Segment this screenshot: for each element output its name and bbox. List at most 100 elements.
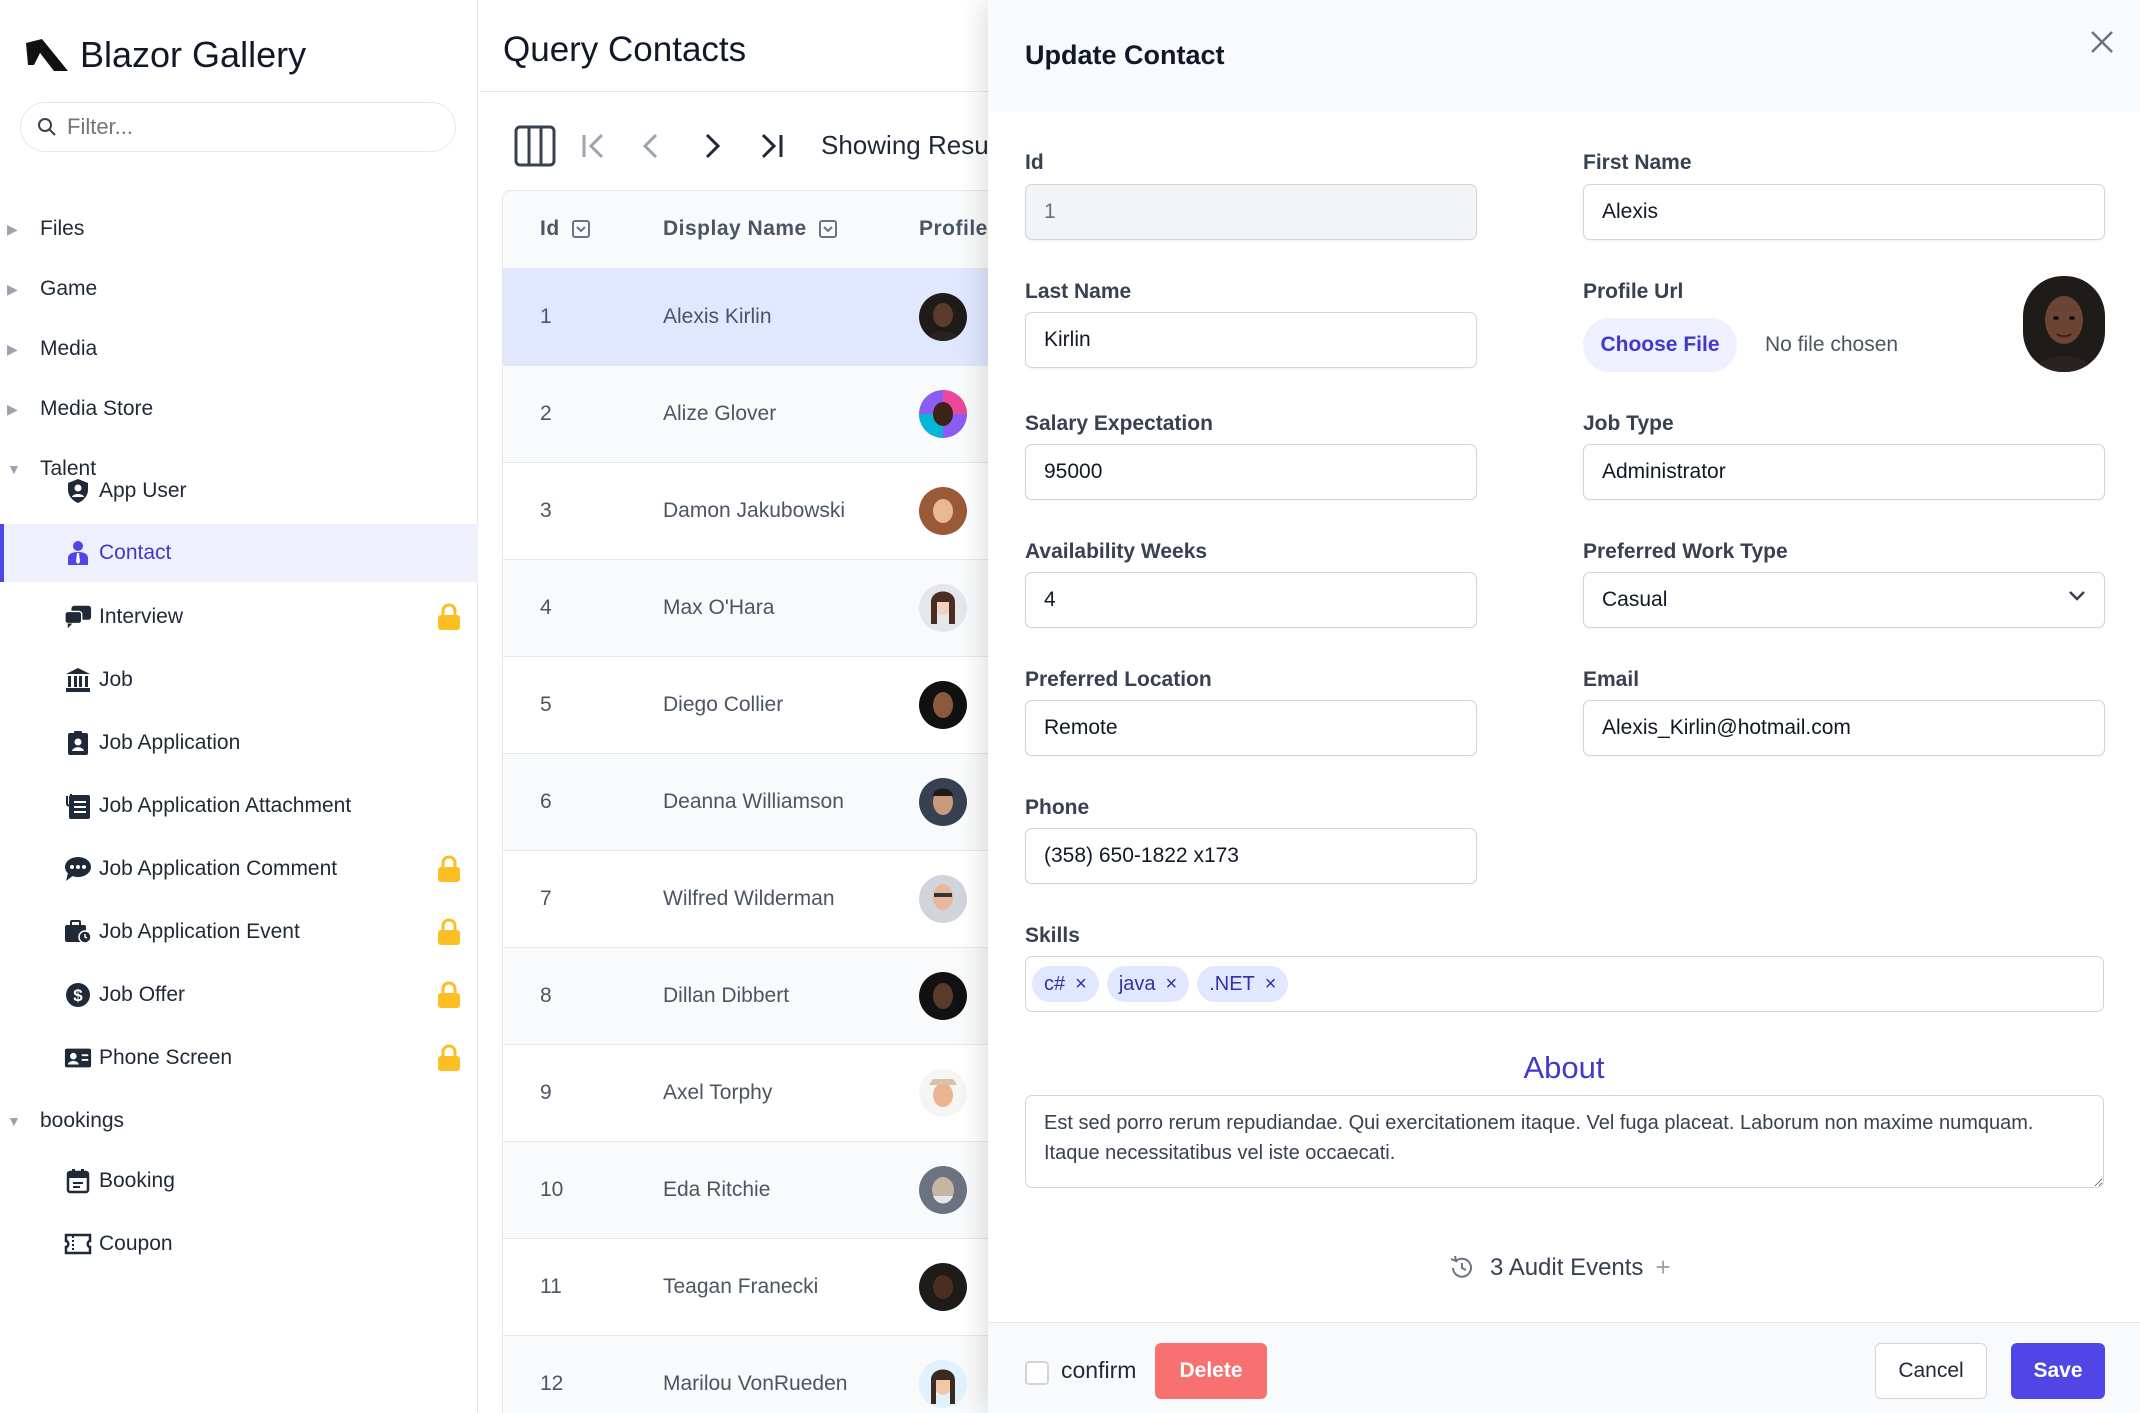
work-type-value: Casual [1602,588,1668,611]
page-title: Query Contacts [503,30,747,69]
prev-page-button[interactable] [627,116,677,176]
sidebar-item-label: Interview [99,605,184,628]
brand-name: Blazor Gallery [80,34,307,75]
cell-display-name: Deanna Williamson [663,790,844,813]
sidebar-item-job[interactable]: Job [0,651,478,709]
location-field[interactable] [1025,700,1477,756]
next-page-button[interactable] [686,116,736,176]
brand[interactable]: Blazor Gallery [24,28,306,82]
main-content: Query Contacts Showing Resu Id Display N… [479,0,999,1413]
column-header-profile[interactable]: Profile [919,217,988,241]
sidebar-item-phone-screen[interactable]: Phone Screen [0,1029,478,1087]
avatar [919,390,967,438]
plus-icon: + [1655,1252,1671,1282]
nav-group-media-store[interactable]: ▶ Media Store [0,383,478,435]
first-page-button[interactable] [570,116,620,176]
panel-title: Update Contact [1025,40,1225,70]
lock-icon [438,855,460,882]
svg-text:$: $ [73,986,83,1005]
nav-group-media[interactable]: ▶ Media [0,323,478,375]
table-row[interactable]: 8 Dillan Dibbert [503,948,998,1045]
sidebar-item-job-application-comment[interactable]: Job Application Comment [0,840,478,898]
contacts-table: Id Display Name Profile 1 Alexis Kirlin … [502,190,999,1413]
last-page-button[interactable] [745,116,795,176]
sidebar: Blazor Gallery ▶ Files ▶ Game ▶ Media ▶ … [0,0,478,1413]
chevron-right-icon [705,133,721,159]
contact-icon [64,539,92,567]
save-button[interactable]: Save [2011,1343,2105,1399]
sidebar-item-label: Phone Screen [99,1046,233,1069]
shield-user-icon [64,477,92,505]
table-row[interactable]: 2 Alize Glover [503,366,998,463]
skills-input[interactable]: c# × java × .NET × [1025,956,2104,1012]
caret-right-icon: ▶ [7,400,18,417]
sidebar-item-job-application-attachment[interactable]: Job Application Attachment [0,777,478,835]
table-row[interactable]: 10 Eda Ritchie [503,1142,998,1239]
cell-id: 4 [540,596,552,619]
id-field[interactable] [1025,184,1477,240]
email-field[interactable] [1583,700,2105,756]
filter-input[interactable] [67,114,427,140]
cell-display-name: Teagan Franecki [663,1275,819,1298]
choose-file-button[interactable]: Choose File [1583,318,1737,372]
sidebar-item-contact[interactable]: Contact [0,524,478,582]
divider [479,91,999,92]
table-header: Id Display Name Profile [503,191,998,269]
id-badge-icon [64,729,92,757]
nav-group-game[interactable]: ▶ Game [0,263,478,315]
salary-field[interactable] [1025,444,1477,500]
about-textarea[interactable]: Est sed porro rerum repudiandae. Qui exe… [1025,1095,2104,1188]
last-name-field[interactable] [1025,312,1477,368]
close-icon[interactable] [2084,24,2120,60]
availability-field[interactable] [1025,572,1477,628]
sidebar-item-label: Job Application Comment [99,857,338,880]
table-row[interactable]: 3 Damon Jakubowski [503,463,998,560]
column-header-display-name[interactable]: Display Name [663,217,837,241]
column-label: Profile [919,217,988,240]
sidebar-item-interview[interactable]: Interview [0,588,478,646]
table-row[interactable]: 11 Teagan Franecki [503,1239,998,1336]
location-label: Preferred Location [1025,668,1212,691]
avatar [919,487,967,535]
sidebar-item-booking[interactable]: Booking [0,1152,478,1210]
sidebar-item-job-application[interactable]: Job Application [0,714,478,772]
work-type-select[interactable]: Casual [1583,572,2105,628]
profile-image [2023,276,2105,372]
avatar [919,1263,967,1311]
cancel-button[interactable]: Cancel [1875,1343,1987,1399]
table-row[interactable]: 7 Wilfred Wilderman [503,851,998,948]
table-toolbar: Showing Resu [479,116,999,176]
avatar [919,875,967,923]
nav-group-files[interactable]: ▶ Files [0,203,478,255]
sidebar-item-label: Coupon [99,1232,173,1255]
job-type-label: Job Type [1583,412,1674,435]
table-row[interactable]: 4 Max O'Hara [503,560,998,657]
phone-field[interactable] [1025,828,1477,884]
comment-icon [64,855,92,883]
column-header-id[interactable]: Id [540,217,590,241]
confirm-checkbox[interactable] [1025,1361,1049,1385]
table-row[interactable]: 6 Deanna Williamson [503,754,998,851]
table-row[interactable]: 12 Marilou VonRueden [503,1336,998,1413]
audit-events-toggle[interactable]: 3 Audit Events + [1448,1252,1671,1283]
sidebar-item-job-offer[interactable]: $ Job Offer [0,966,478,1024]
panel-footer: confirm Delete Cancel Save [988,1322,2140,1413]
table-row[interactable]: 1 Alexis Kirlin [503,269,998,366]
first-name-field[interactable] [1583,184,2105,240]
table-row[interactable]: 9 Axel Torphy [503,1045,998,1142]
table-row[interactable]: 5 Diego Collier [503,657,998,754]
sidebar-item-job-application-event[interactable]: Job Application Event [0,903,478,961]
cell-display-name: Alize Glover [663,402,777,425]
caret-down-icon: ▼ [7,1113,21,1129]
lock-icon [438,918,460,945]
remove-tag-icon[interactable]: × [1265,973,1277,996]
remove-tag-icon[interactable]: × [1075,973,1087,996]
nav-group-label: Media Store [40,397,154,420]
delete-button[interactable]: Delete [1155,1343,1267,1399]
sidebar-item-app-user[interactable]: App User [0,462,478,520]
nav-group-bookings[interactable]: ▼ bookings [0,1095,478,1147]
job-type-field[interactable] [1583,444,2105,500]
columns-button[interactable] [510,116,560,176]
remove-tag-icon[interactable]: × [1166,973,1178,996]
sidebar-item-coupon[interactable]: Coupon [0,1215,478,1273]
